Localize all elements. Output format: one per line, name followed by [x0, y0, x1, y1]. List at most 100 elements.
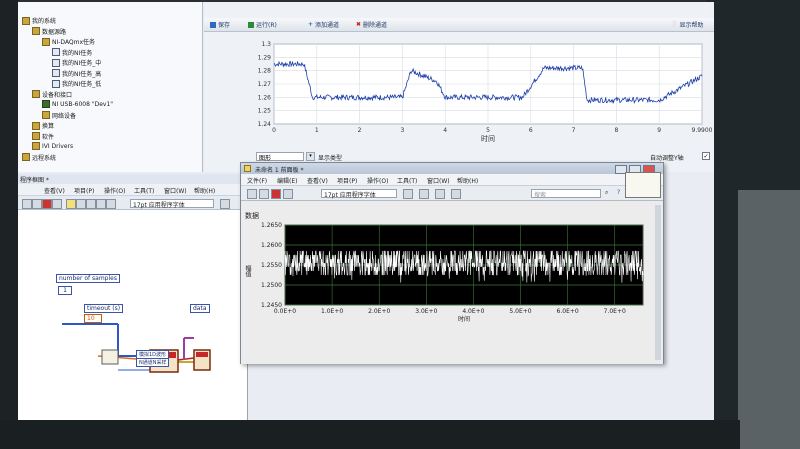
x-tick-label: 7	[572, 127, 576, 134]
tree-item[interactable]: 我的NI任务_高	[52, 69, 101, 78]
x-tick-label: 4	[443, 127, 447, 134]
tree-item[interactable]: NI-DAQmx任务	[42, 37, 95, 46]
view-select[interactable]: 图形	[256, 152, 304, 162]
menu-item[interactable]: 工具(T)	[134, 186, 154, 195]
x-tick-label: 1	[315, 127, 319, 134]
tree-item-label: NI USB-6008 "Dev1"	[52, 100, 114, 108]
step-into-icon[interactable]	[86, 199, 96, 209]
menu-item[interactable]: 项目(P)	[74, 186, 94, 195]
tree-item[interactable]: 软件	[32, 132, 54, 141]
font-select[interactable]: 17pt 应用程序字体	[321, 189, 397, 199]
run-arrow-icon[interactable]	[22, 199, 32, 209]
x-tick-label: 9.9900	[692, 127, 713, 134]
highlight-execution-icon[interactable]	[66, 199, 76, 209]
menu-item[interactable]: 查看(V)	[44, 186, 65, 195]
y-tick-label: 1.27	[258, 81, 272, 88]
show-options-label: 显示类型	[318, 155, 343, 162]
menu-item[interactable]: 文件(F)	[247, 176, 267, 185]
timeout-label: timeout (s)	[84, 304, 124, 313]
menu-item[interactable]: 帮助(H)	[194, 186, 215, 195]
save-button[interactable]: 保存	[210, 20, 230, 29]
menu-item[interactable]: 工具(T)	[397, 176, 417, 185]
add-channel-button[interactable]: + 添加通道	[308, 20, 339, 29]
run-continuously-icon[interactable]	[259, 189, 269, 199]
font-select[interactable]: 17pt 应用程序字体	[130, 199, 214, 209]
menu-item[interactable]: 项目(P)	[337, 176, 357, 185]
y-tick-label: 1.3	[261, 41, 271, 48]
number-of-samples-label: number of samples	[56, 274, 120, 283]
menu-item[interactable]: 操作(O)	[104, 186, 125, 195]
monitor-bezel-left	[0, 0, 18, 449]
task-icon	[52, 48, 60, 56]
autoscale-checkbox[interactable]: ✓	[702, 152, 710, 160]
tree-item[interactable]: 我的NI任务_低	[52, 79, 101, 88]
vertical-scrollbar[interactable]	[655, 205, 661, 360]
x-tick-label: 1.0E+0	[321, 308, 343, 315]
reorder-icon[interactable]	[451, 189, 461, 199]
tree-item[interactable]: 我的NI任务_中	[52, 58, 101, 67]
tree-item[interactable]: 换算	[32, 121, 54, 130]
tree-item[interactable]: 我的系统	[22, 16, 56, 25]
y-tick-label: 1.2600	[261, 242, 282, 249]
abort-icon[interactable]	[271, 189, 281, 199]
y-tick-label: 1.28	[258, 68, 272, 75]
x-tick-label: 6	[529, 127, 533, 134]
task-icon	[52, 58, 60, 67]
pause-icon[interactable]	[52, 199, 62, 209]
distribute-icon[interactable]	[419, 189, 429, 199]
x-tick-label: 0	[272, 127, 276, 134]
tree-item[interactable]: 设备和接口	[32, 90, 72, 99]
resize-icon[interactable]	[435, 189, 445, 199]
retain-wire-values-icon[interactable]	[76, 199, 86, 209]
tree-item-label: 网络设备	[52, 112, 77, 120]
align-icon[interactable]	[220, 199, 230, 209]
folder-icon	[22, 153, 30, 161]
x-tick-label: 5	[486, 127, 490, 134]
menu-item[interactable]: 窗口(W)	[164, 186, 187, 195]
x-tick-label: 7.0E+0	[604, 308, 626, 315]
plus-icon: +	[308, 21, 314, 28]
block-diagram-menubar: 查看(V) 项目(P) 操作(O) 工具(T) 窗口(W) 帮助(H)	[18, 184, 248, 196]
tree-item[interactable]: NI USB-6008 "Dev1"	[42, 100, 113, 108]
folder-icon	[22, 16, 30, 25]
menu-item[interactable]: 查看(V)	[307, 176, 328, 185]
pause-icon[interactable]	[283, 189, 293, 199]
vi-icon-pane[interactable]	[625, 172, 661, 198]
tree-item-label: 设备和接口	[42, 91, 73, 99]
abort-icon[interactable]	[42, 199, 52, 209]
run-continuously-icon[interactable]	[32, 199, 42, 209]
delete-icon: ✖	[356, 21, 362, 28]
timeout-input[interactable]: 10	[84, 314, 102, 323]
run-arrow-icon[interactable]	[247, 189, 257, 199]
folder-icon	[32, 142, 40, 150]
task-icon	[52, 79, 60, 88]
menu-item[interactable]: 窗口(W)	[427, 176, 450, 185]
waveform-graph: 1.26501.26001.25501.25001.24500.0E+0 1.0E…	[261, 222, 644, 323]
number-of-samples-input[interactable]: 1	[58, 286, 72, 295]
folder-icon	[32, 27, 40, 35]
search-icon[interactable]: ⌕	[605, 189, 608, 197]
step-out-icon[interactable]	[106, 199, 116, 209]
menu-item[interactable]: 操作(O)	[367, 176, 388, 185]
step-over-icon[interactable]	[96, 199, 106, 209]
tree-item[interactable]: 远程系统	[22, 153, 56, 162]
tree-item[interactable]: 我的NI任务	[52, 48, 92, 57]
folder-icon	[32, 121, 40, 130]
search-input[interactable]: 搜索	[531, 189, 601, 199]
chevron-down-icon[interactable]: ▾	[306, 152, 315, 161]
menu-item[interactable]: 帮助(H)	[457, 176, 478, 185]
menu-item[interactable]: 编辑(E)	[277, 176, 297, 185]
delete-channel-button[interactable]: ✖ 删除通道	[356, 20, 387, 29]
tree-item[interactable]: 数据源路	[32, 27, 66, 36]
tree-item[interactable]: 网络设备	[42, 111, 76, 120]
autoscale-label: 自动调整Y轴	[650, 155, 684, 162]
show-help-button[interactable]: ❔ 显示帮助	[670, 20, 704, 29]
tree-item-label: 我的NI任务_高	[62, 70, 102, 78]
run-button[interactable]: 运行(R)	[248, 20, 277, 29]
tree-item-label: 我的系统	[32, 18, 57, 25]
tree-item[interactable]: IVI Drivers	[32, 142, 73, 150]
align-icon[interactable]	[403, 189, 413, 199]
front-panel-toolbar: 17pt 应用程序字体 搜索 ⌕ ?	[241, 172, 663, 201]
help-icon[interactable]: ?	[617, 189, 620, 196]
x-tick-label: 5.0E+0	[509, 308, 531, 315]
